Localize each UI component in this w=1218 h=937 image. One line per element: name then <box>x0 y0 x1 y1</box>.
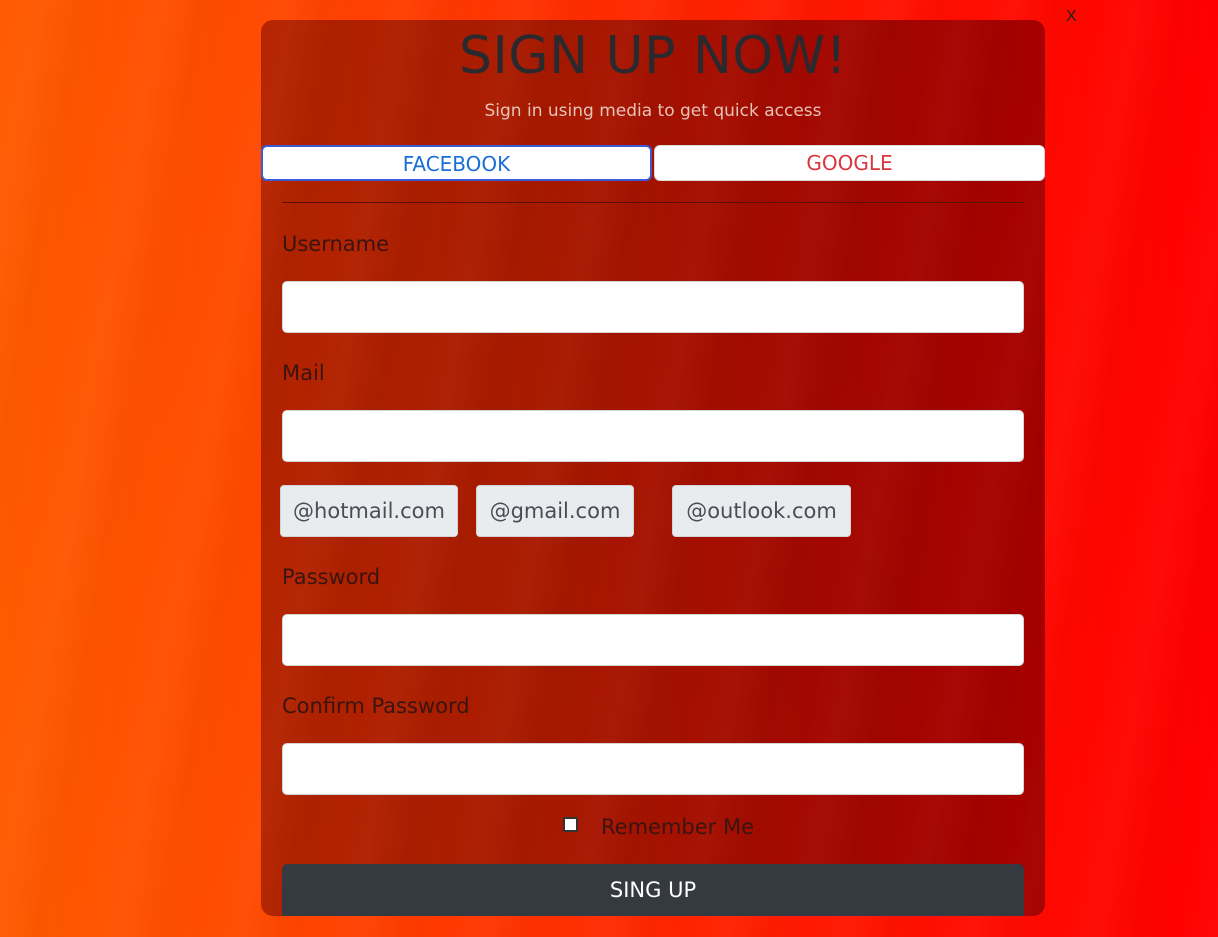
mail-label: Mail <box>282 361 325 385</box>
social-login-row: FACEBOOK GOOGLE <box>261 145 1045 181</box>
page-subtitle: Sign in using media to get quick access <box>484 101 822 121</box>
facebook-button[interactable]: FACEBOOK <box>261 145 652 181</box>
username-label: Username <box>282 232 390 256</box>
domain-chip-hotmail[interactable]: @hotmail.com <box>280 485 458 537</box>
confirm-password-label: Confirm Password <box>282 694 470 718</box>
confirm-password-field[interactable] <box>282 743 1024 795</box>
username-field[interactable] <box>282 281 1024 333</box>
remember-me-row: Remember Me <box>261 814 1045 840</box>
page-title: SIGN UP NOW! <box>458 26 848 86</box>
signup-button[interactable]: SING UP <box>282 864 1024 916</box>
mail-field[interactable] <box>282 410 1024 462</box>
google-button[interactable]: GOOGLE <box>654 145 1045 181</box>
domain-chip-outlook[interactable]: @outlook.com <box>672 485 851 537</box>
divider <box>282 202 1024 203</box>
remember-me-checkbox[interactable] <box>563 817 578 832</box>
close-button[interactable]: X <box>1066 8 1077 26</box>
domain-chip-gmail[interactable]: @gmail.com <box>476 485 634 537</box>
password-field[interactable] <box>282 614 1024 666</box>
remember-me-label: Remember Me <box>601 815 754 839</box>
password-label: Password <box>282 565 381 589</box>
signup-modal: SIGN UP NOW! Sign in using media to get … <box>261 20 1045 916</box>
